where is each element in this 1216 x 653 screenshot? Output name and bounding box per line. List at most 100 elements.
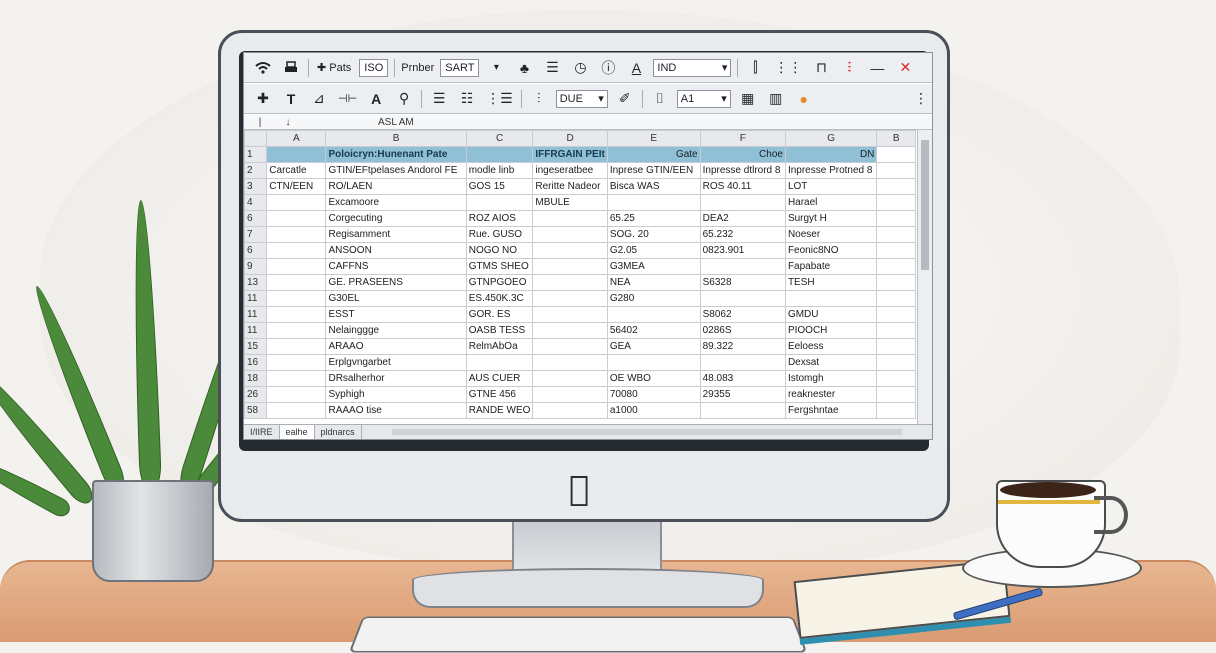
fx-icon[interactable]: ↓	[276, 117, 300, 128]
clock-icon[interactable]: ◷	[569, 58, 591, 78]
more-icon[interactable]: ⋮	[910, 89, 932, 109]
table-cell[interactable]: ESST	[325, 306, 467, 323]
table-cell[interactable]: RelmAbOa	[465, 338, 534, 355]
sheet-tab[interactable]: ealhe	[279, 425, 315, 439]
table-cell[interactable]: Nelainggge	[325, 322, 467, 339]
table-cell[interactable]: Surgyt H	[784, 210, 878, 227]
table-cell[interactable]	[699, 194, 786, 211]
table-cell[interactable]: Poloicryn:Hunenant Pate	[325, 146, 467, 163]
table-cell[interactable]	[266, 210, 327, 227]
table-cell[interactable]	[876, 178, 916, 195]
sheet-tab[interactable]: pldnarcs	[315, 425, 362, 439]
column-header[interactable]: G	[784, 130, 878, 147]
row-header[interactable]: 18	[244, 370, 268, 387]
column-header[interactable]: B	[876, 130, 916, 147]
table-cell[interactable]: modle linb	[465, 162, 534, 179]
table-cell[interactable]	[532, 210, 608, 227]
close-icon[interactable]: ✕	[894, 58, 916, 78]
row-header[interactable]: 26	[244, 386, 268, 403]
table-cell[interactable]: GE. PRASEENS	[325, 274, 467, 291]
color-picker-icon[interactable]: ●	[793, 89, 815, 109]
table-cell[interactable]: a1000	[606, 402, 701, 419]
column-header[interactable]: B	[325, 130, 467, 147]
table-cell[interactable]	[266, 386, 327, 403]
table-cell[interactable]: Erplgvngarbet	[325, 354, 467, 371]
table-cell[interactable]: Rue. GUSO	[465, 226, 534, 243]
table-cell[interactable]	[266, 242, 327, 259]
table-cell[interactable]: RAAAO tise	[325, 402, 467, 419]
align-center-icon[interactable]: ☷	[456, 89, 478, 109]
row-header[interactable]: 13	[244, 274, 268, 291]
table-cell[interactable]: 0286S	[699, 322, 786, 339]
table-cell[interactable]: Choe	[699, 146, 786, 163]
table-cell[interactable]: Feonic8NO	[784, 242, 878, 259]
info-icon[interactable]: ⓘ	[597, 58, 619, 78]
table-cell[interactable]	[266, 370, 327, 387]
row-header[interactable]: 16	[244, 354, 268, 371]
grid-icon[interactable]: ▦	[737, 89, 759, 109]
table-cell[interactable]: PIOOCH	[784, 322, 878, 339]
align-icon[interactable]: ⊣⊢	[336, 89, 359, 109]
table-cell[interactable]	[699, 258, 786, 275]
table-cell[interactable]	[876, 306, 916, 323]
table-cell[interactable]: Inpresse Protned 8	[784, 162, 878, 179]
table-cell[interactable]: Istomgh	[784, 370, 878, 387]
table-cell[interactable]	[699, 402, 786, 419]
table-cell[interactable]: 29355	[699, 386, 786, 403]
pin-icon[interactable]: ⚲	[393, 89, 415, 109]
table-cell[interactable]: Carcatle	[266, 162, 327, 179]
sort-icon[interactable]: ⫶	[528, 89, 550, 109]
table-cell[interactable]: Inprese GTIN/EEN	[606, 162, 701, 179]
table-cell[interactable]: ARAAO	[325, 338, 467, 355]
table-cell[interactable]	[876, 370, 916, 387]
table-cell[interactable]	[876, 338, 916, 355]
table-cell[interactable]: Noeser	[784, 226, 878, 243]
table-cell[interactable]: OE WBO	[606, 370, 701, 387]
add-icon[interactable]: ✚	[252, 89, 274, 109]
align-left-icon[interactable]: ☰	[428, 89, 450, 109]
horizontal-scrollbar[interactable]	[391, 429, 902, 435]
table-cell[interactable]: GTNPGOEO	[465, 274, 534, 291]
cell-ref[interactable]: |	[244, 117, 276, 128]
table-cell[interactable]	[876, 258, 916, 275]
table-cell[interactable]	[876, 402, 916, 419]
chevron-down-icon[interactable]: ▾	[485, 58, 507, 78]
align-right-icon[interactable]: ⋮☰	[484, 89, 515, 109]
table-cell[interactable]	[532, 322, 608, 339]
table-cell[interactable]: DEA2	[699, 210, 786, 227]
table-cell[interactable]: GEA	[606, 338, 701, 355]
table-cell[interactable]	[266, 338, 327, 355]
style-select[interactable]: IND ▾	[653, 58, 732, 77]
table-cell[interactable]: G3MEA	[606, 258, 701, 275]
table-cell[interactable]	[699, 354, 786, 371]
table-cell[interactable]: G2.05	[606, 242, 701, 259]
table-cell[interactable]: 89.322	[699, 338, 786, 355]
add-button[interactable]: ✚ Pats	[315, 58, 353, 78]
table-cell[interactable]	[876, 210, 916, 227]
column-header[interactable]: F	[699, 130, 786, 147]
sheet-tab[interactable]: I/IIRE	[244, 425, 280, 439]
table-cell[interactable]: GMDU	[784, 306, 878, 323]
table-cell[interactable]: ingeseratbee	[532, 162, 608, 179]
table-cell[interactable]: RANDE WEO	[465, 402, 534, 419]
row-header[interactable]: 15	[244, 338, 268, 355]
table-cell[interactable]: S8062	[699, 306, 786, 323]
row-header[interactable]: 11	[244, 290, 268, 307]
table-cell[interactable]: Gate	[606, 146, 701, 163]
table-cell[interactable]: 56402	[606, 322, 701, 339]
table-cell[interactable]: ES.450K.3C	[465, 290, 534, 307]
table-cell[interactable]: GTMS SHEO	[465, 258, 534, 275]
table-cell[interactable]	[532, 226, 608, 243]
table-cell[interactable]: S6328	[699, 274, 786, 291]
column-header[interactable]: C	[465, 130, 534, 147]
table-cell[interactable]	[876, 322, 916, 339]
formula-input[interactable]: ASL AM	[300, 117, 414, 128]
table-cell[interactable]: Eeloess	[784, 338, 878, 355]
table-cell[interactable]: Dexsat	[784, 354, 878, 371]
printer-icon[interactable]	[280, 58, 302, 78]
table-cell[interactable]: MBULE	[532, 194, 608, 211]
table-cell[interactable]: Reritte Nadeor	[532, 178, 608, 195]
table-cell[interactable]: GTNE 456	[465, 386, 534, 403]
table-cell[interactable]	[532, 258, 608, 275]
table-cell[interactable]	[876, 146, 916, 163]
